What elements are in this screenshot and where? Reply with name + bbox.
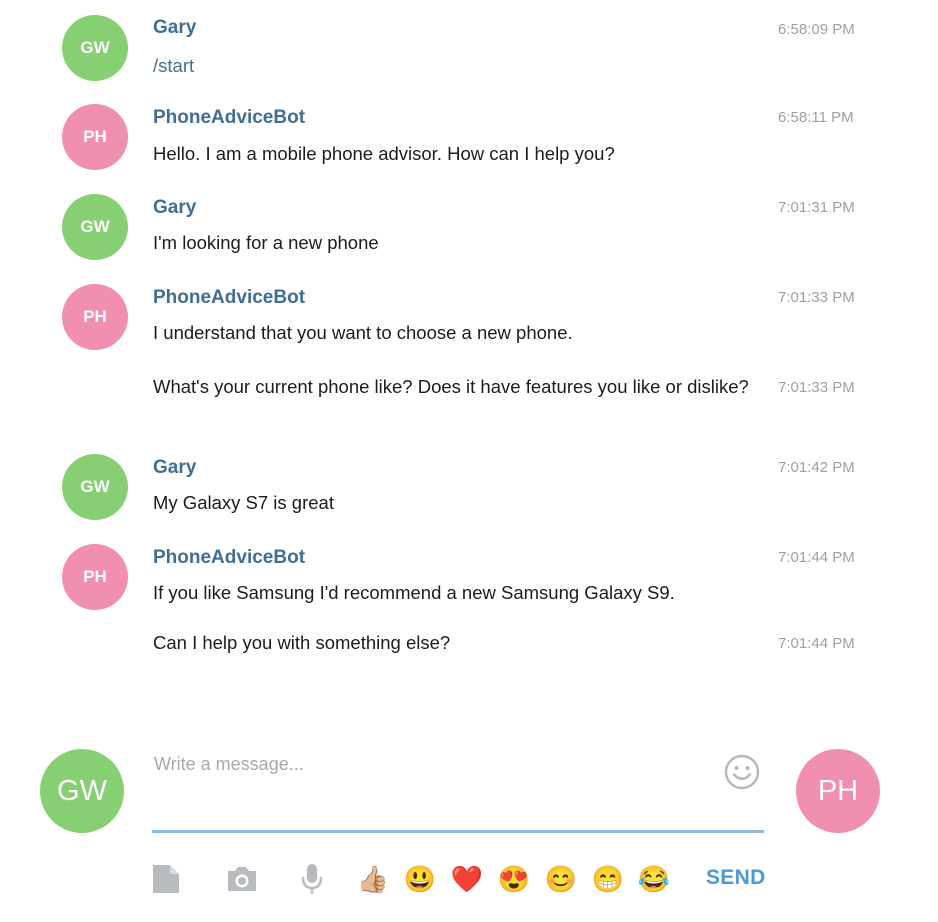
message-text: Can I help you with something else? — [153, 632, 451, 653]
heart-emoji[interactable]: ❤️ — [450, 862, 484, 896]
message-text: Hello. I am a mobile phone advisor. How … — [153, 143, 615, 164]
message-time: 6:58:09 PM — [778, 21, 855, 38]
avatar: PH — [62, 284, 128, 350]
message-input[interactable] — [152, 748, 722, 828]
avatar: GW — [62, 194, 128, 260]
camera-icon[interactable] — [225, 862, 259, 896]
smiley-emoji[interactable]: 😃 — [403, 862, 437, 896]
message-text: My Galaxy S7 is great — [153, 492, 334, 513]
message-time: 7:01:44 PM — [778, 549, 855, 566]
message-time: 7:01:33 PM — [778, 379, 855, 396]
message-text: What's your current phone like? Does it … — [153, 376, 749, 397]
message-author[interactable]: Gary — [153, 17, 196, 39]
microphone-icon[interactable] — [295, 862, 329, 896]
avatar: PH — [62, 544, 128, 610]
message-author[interactable]: PhoneAdviceBot — [153, 107, 305, 129]
message-time: 7:01:44 PM — [778, 635, 855, 652]
thumbs-up-emoji[interactable]: 👍🏼 — [356, 862, 390, 896]
message-text: I understand that you want to choose a n… — [153, 322, 573, 343]
message-author[interactable]: Gary — [153, 197, 196, 219]
message-author[interactable]: Gary — [153, 457, 196, 479]
bot-avatar[interactable]: PH — [796, 749, 880, 833]
message-author[interactable]: PhoneAdviceBot — [153, 287, 305, 309]
message-author[interactable]: PhoneAdviceBot — [153, 547, 305, 569]
send-button[interactable]: SEND — [706, 866, 766, 890]
message-time: 7:01:33 PM — [778, 289, 855, 306]
joy-emoji[interactable]: 😂 — [637, 862, 671, 896]
message-time: 6:58:11 PM — [778, 109, 854, 126]
avatar: GW — [62, 15, 128, 81]
message-text: I'm looking for a new phone — [153, 232, 379, 253]
file-icon[interactable] — [149, 862, 183, 896]
input-underline — [152, 830, 764, 833]
avatar: GW — [62, 454, 128, 520]
user-avatar[interactable]: GW — [40, 749, 124, 833]
smile-icon[interactable] — [723, 753, 761, 791]
message-text[interactable]: /start — [153, 52, 758, 80]
message-time: 7:01:31 PM — [778, 199, 855, 216]
message-time: 7:01:42 PM — [778, 459, 855, 476]
heart-eyes-emoji[interactable]: 😍 — [497, 862, 531, 896]
grin-emoji[interactable]: 😁 — [591, 862, 625, 896]
message-text: If you like Samsung I'd recommend a new … — [153, 582, 675, 603]
blush-emoji[interactable]: 😊 — [544, 862, 578, 896]
avatar: PH — [62, 104, 128, 170]
